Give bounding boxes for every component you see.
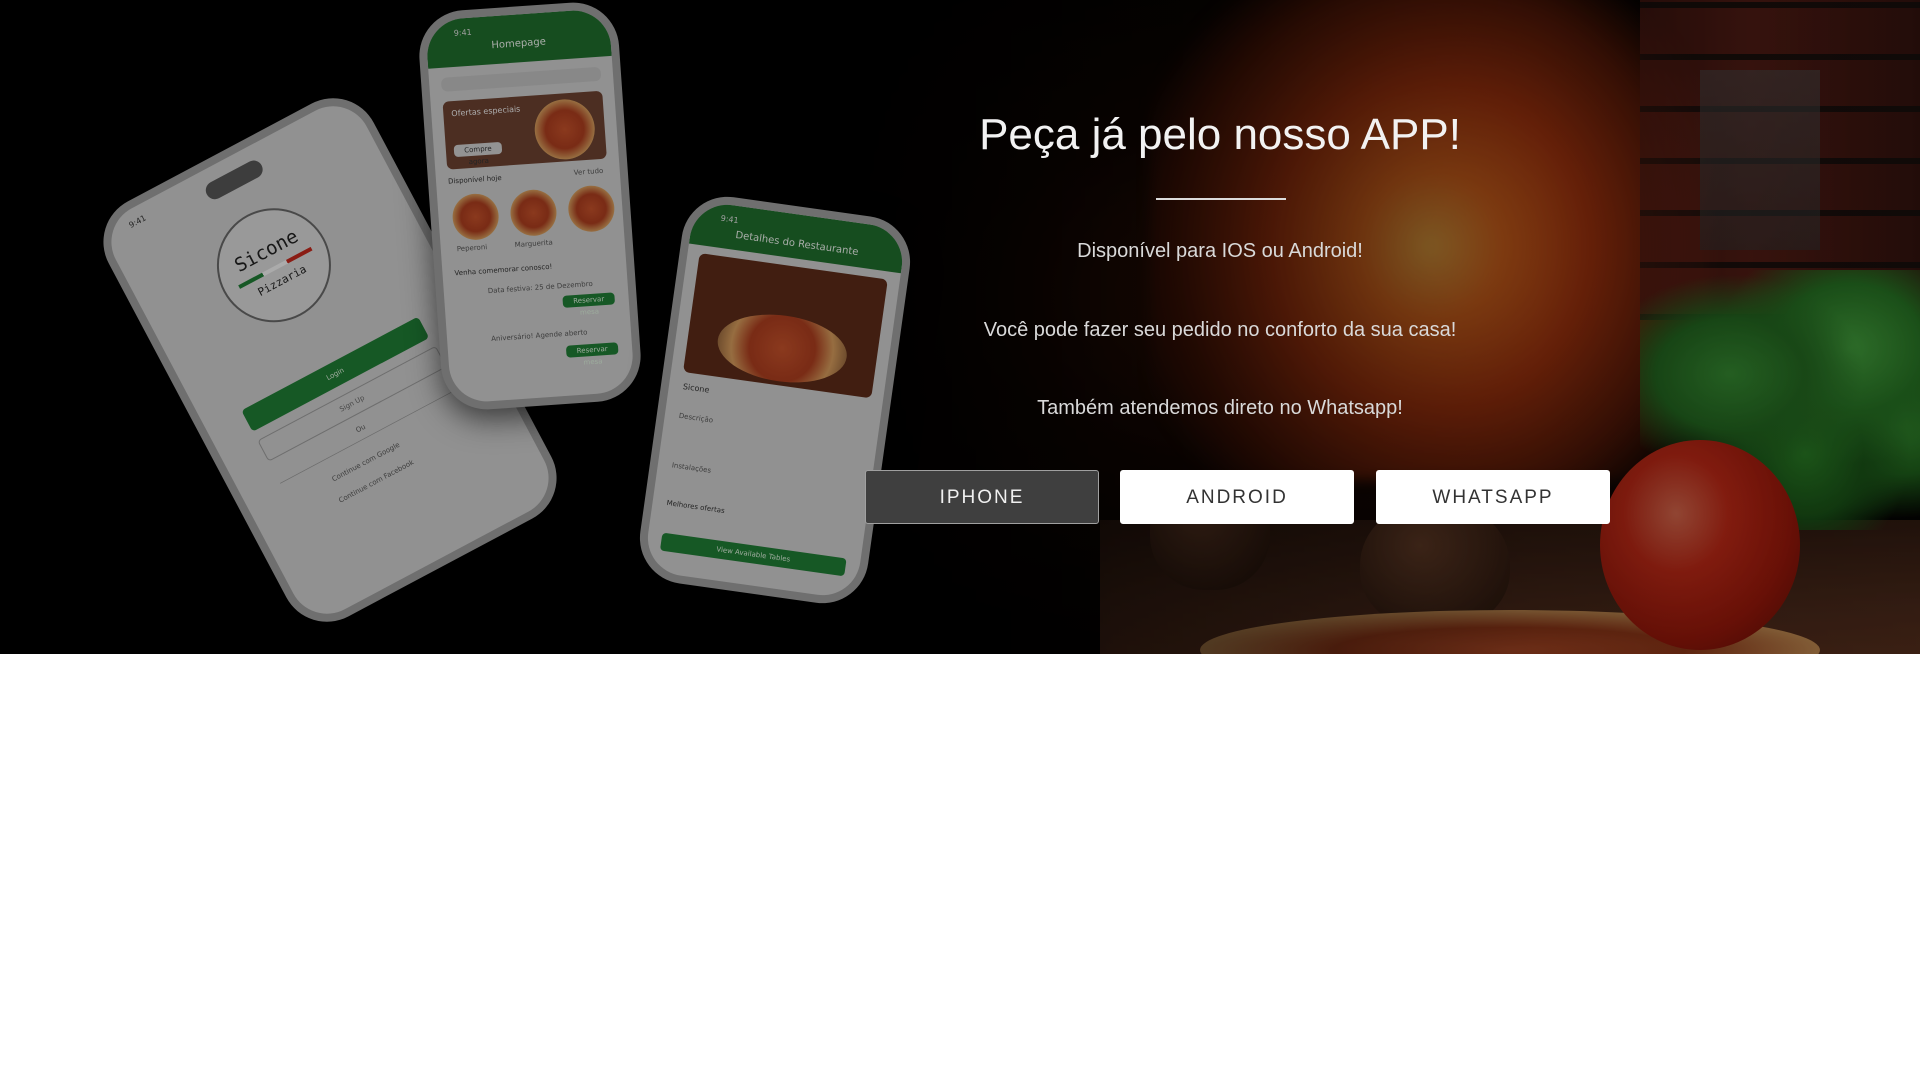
- whatsapp-text: Também atendemos direto no Whatsapp!: [1037, 397, 1403, 419]
- title-divider: [1156, 198, 1286, 200]
- order-comfort-text: Você pode fazer seu pedido no conforto d…: [983, 319, 1457, 341]
- availability-text: Disponível para IOS ou Android!: [1077, 240, 1363, 262]
- android-button[interactable]: ANDROID: [1120, 470, 1354, 524]
- page-blank-area: [0, 654, 1920, 1080]
- hero-section: 9:41 Sicone Pizzaria Login Sign Up Ou Co…: [0, 0, 1920, 654]
- whatsapp-button[interactable]: WHATSAPP: [1376, 470, 1610, 524]
- iphone-button[interactable]: IPHONE: [865, 470, 1099, 524]
- page-title: Peça já pelo nosso APP!: [979, 110, 1461, 159]
